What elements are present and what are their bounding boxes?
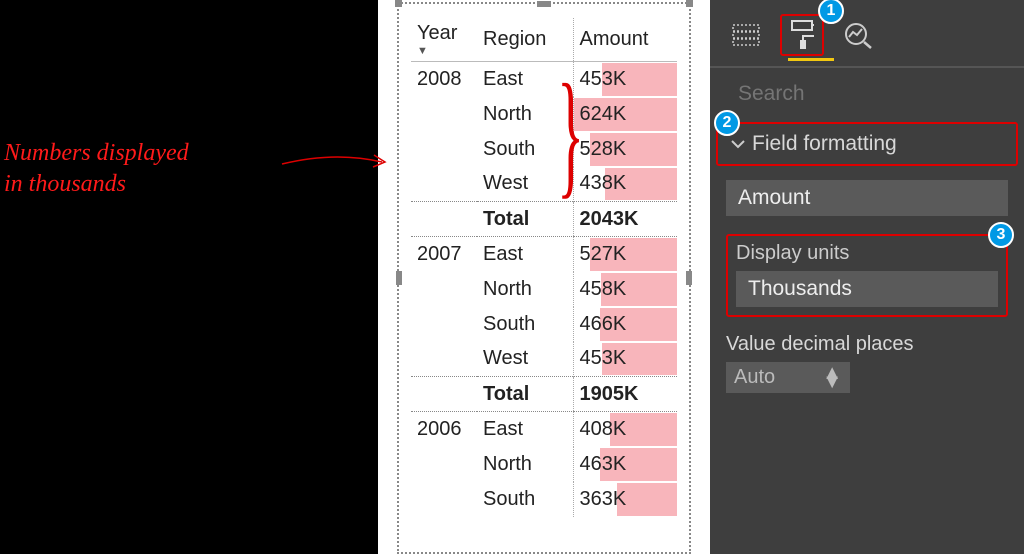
section-content: Amount 3 Display units Thousands Value d… [710, 178, 1024, 395]
total-amount: 1905K [573, 377, 677, 412]
amount-cell: 463K [573, 447, 677, 482]
region-cell: East [477, 412, 573, 447]
resize-handle[interactable] [686, 0, 693, 7]
decimal-value: Auto [734, 366, 775, 389]
callout-2: 2 [714, 110, 740, 136]
resize-handle[interactable] [537, 1, 551, 7]
column-header-year[interactable]: Year ▼ [411, 18, 477, 62]
callout-3: 3 [988, 222, 1014, 248]
table-row[interactable]: 2006East408K [411, 412, 677, 447]
amount-cell: 363K [573, 482, 677, 517]
amount-cell: 624K [573, 97, 677, 132]
column-header-region[interactable]: Region [477, 18, 573, 62]
amount-cell: 438K [573, 167, 677, 202]
search-row [710, 68, 1024, 120]
visual-canvas: Year ▼ Region Amount 2008East453KNorth62… [378, 0, 710, 554]
format-tabs [710, 10, 1024, 68]
region-cell: South [477, 482, 573, 517]
amount-cell: 528K [573, 132, 677, 167]
table-row[interactable]: South363K [411, 482, 677, 517]
region-cell: North [477, 272, 573, 307]
table-row[interactable]: North458K [411, 272, 677, 307]
analytics-icon [843, 21, 873, 49]
section-title: Field formatting [752, 132, 897, 156]
matrix-visual[interactable]: Year ▼ Region Amount 2008East453KNorth62… [397, 2, 691, 554]
table-row[interactable]: North624K [411, 97, 677, 132]
resize-handle[interactable] [686, 271, 692, 285]
region-cell: North [477, 97, 573, 132]
total-row[interactable]: Total2043K [411, 202, 677, 237]
resize-handle[interactable] [395, 0, 402, 7]
table-row[interactable]: West438K [411, 167, 677, 202]
amount-cell: 453K [573, 342, 677, 377]
format-tab[interactable] [780, 14, 824, 56]
total-row[interactable]: Total1905K [411, 377, 677, 412]
region-cell: West [477, 167, 573, 202]
spinner-down-icon[interactable]: ▼ [822, 378, 842, 387]
total-label: Total [477, 202, 573, 237]
table-row[interactable]: 2008East453K [411, 62, 677, 97]
table-row[interactable]: West453K [411, 342, 677, 377]
display-units-group: 3 Display units Thousands [726, 234, 1008, 317]
decimal-places-label: Value decimal places [726, 333, 1008, 356]
year-cell [411, 342, 477, 377]
amount-cell: 458K [573, 272, 677, 307]
data-table: Year ▼ Region Amount 2008East453KNorth62… [411, 18, 677, 517]
fields-icon [732, 24, 760, 46]
field-dropdown[interactable]: Amount [726, 180, 1008, 216]
table-row[interactable]: North463K [411, 447, 677, 482]
year-cell: 2008 [411, 62, 477, 97]
amount-cell: 408K [573, 412, 677, 447]
sort-desc-icon: ▼ [417, 45, 471, 57]
total-amount: 2043K [573, 202, 677, 237]
region-cell: South [477, 132, 573, 167]
amount-cell: 453K [573, 62, 677, 97]
year-cell [411, 482, 477, 517]
field-formatting-section[interactable]: 2 Field formatting [716, 122, 1018, 166]
year-cell [411, 132, 477, 167]
chevron-down-icon [730, 136, 746, 152]
annotation-line1: Numbers displayed [4, 140, 189, 166]
resize-handle[interactable] [396, 271, 402, 285]
region-cell: North [477, 447, 573, 482]
region-cell: East [477, 62, 573, 97]
table-row[interactable]: South466K [411, 307, 677, 342]
annotation-text: Numbers displayed in thousands [4, 138, 189, 200]
annotation-arrow [280, 146, 390, 176]
amount-cell: 466K [573, 307, 677, 342]
format-pane: 1 2 Field formatting Amount 3 Display un… [710, 0, 1024, 554]
table-row[interactable]: South528K [411, 132, 677, 167]
year-cell [411, 97, 477, 132]
column-header-amount[interactable]: Amount [573, 18, 677, 62]
display-units-label: Display units [736, 242, 998, 265]
region-cell: East [477, 237, 573, 272]
search-input[interactable] [738, 82, 1009, 106]
region-cell: West [477, 342, 573, 377]
spinner-arrows[interactable]: ▲ ▼ [822, 369, 842, 387]
annotation-panel: Numbers displayed in thousands [0, 0, 378, 554]
year-cell [411, 307, 477, 342]
decimal-places-spinner[interactable]: Auto ▲ ▼ [726, 362, 850, 393]
display-units-dropdown[interactable]: Thousands [736, 271, 998, 307]
region-cell: South [477, 307, 573, 342]
active-tab-underline [788, 58, 834, 61]
year-cell: 2006 [411, 412, 477, 447]
year-cell [411, 447, 477, 482]
annotation-line2: in thousands [4, 171, 126, 197]
total-label: Total [477, 377, 573, 412]
table-row[interactable]: 2007East527K [411, 237, 677, 272]
year-cell [411, 167, 477, 202]
year-cell [411, 272, 477, 307]
analytics-tab[interactable] [836, 14, 880, 56]
paint-roller-icon [790, 20, 814, 50]
year-cell: 2007 [411, 237, 477, 272]
amount-cell: 527K [573, 237, 677, 272]
fields-tab[interactable] [724, 14, 768, 56]
